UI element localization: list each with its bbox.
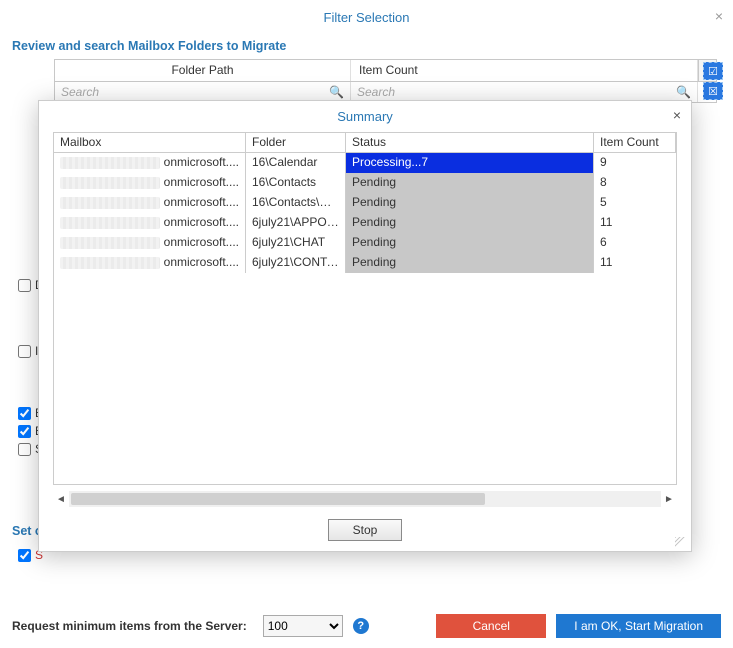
col-mailbox[interactable]: Mailbox xyxy=(54,133,246,152)
mailbox-suffix: onmicrosoft.... xyxy=(160,235,239,251)
table-row[interactable]: onmicrosoft.... 16\ContactsPending8 xyxy=(54,173,676,193)
row-count: 9 xyxy=(594,153,676,173)
mailbox-suffix: onmicrosoft.... xyxy=(160,175,239,191)
request-minimum-label: Request minimum items from the Server: xyxy=(12,619,247,633)
row-folder: 16\Calendar xyxy=(246,153,346,173)
check-I[interactable] xyxy=(18,345,31,358)
section-title: Review and search Mailbox Folders to Mig… xyxy=(0,29,733,59)
row-status: Pending xyxy=(346,233,594,253)
col-folder[interactable]: Folder xyxy=(246,133,346,152)
mailbox-redacted xyxy=(60,157,160,169)
summary-table: Mailbox Folder Status Item Count onmicro… xyxy=(53,132,677,485)
check-E1[interactable] xyxy=(18,407,31,420)
modal-close-icon[interactable]: × xyxy=(673,107,681,123)
table-row[interactable]: onmicrosoft.... 16\Contacts\Ad...Pending5 xyxy=(54,193,676,213)
col-item-count[interactable]: Item Count xyxy=(594,133,676,152)
row-status: Pending xyxy=(346,253,594,273)
mailbox-suffix: onmicrosoft.... xyxy=(160,255,239,271)
row-status: Processing...7 xyxy=(346,153,594,173)
table-row[interactable]: onmicrosoft.... 6july21\CONTA...Pending11 xyxy=(54,253,676,273)
scroll-thumb[interactable] xyxy=(71,493,485,505)
col-item-count[interactable]: Item Count xyxy=(351,60,698,81)
window-title: Filter Selection xyxy=(0,0,733,29)
mailbox-redacted xyxy=(60,217,160,229)
row-folder: 6july21\CHAT xyxy=(246,233,346,253)
mailbox-redacted xyxy=(60,197,160,209)
row-count: 11 xyxy=(594,253,676,273)
search-placeholder: Search xyxy=(357,85,395,99)
row-count: 6 xyxy=(594,233,676,253)
col-folder-path[interactable]: Folder Path xyxy=(55,60,351,81)
select-all-button[interactable]: ☑ xyxy=(703,62,723,80)
search-count-cell[interactable]: Search 🔍 xyxy=(351,82,698,102)
request-minimum-select[interactable]: 100 xyxy=(263,615,343,637)
check-E2[interactable] xyxy=(18,425,31,438)
check-S[interactable] xyxy=(18,443,31,456)
row-status: Pending xyxy=(346,173,594,193)
horizontal-scrollbar[interactable]: ◄ ► xyxy=(53,491,677,507)
table-row[interactable]: onmicrosoft.... 6july21\CHATPending6 xyxy=(54,233,676,253)
check-D[interactable] xyxy=(18,279,31,292)
row-folder: 6july21\CONTA... xyxy=(246,253,346,273)
search-icon[interactable]: 🔍 xyxy=(329,85,344,99)
check-S2[interactable] xyxy=(18,549,31,562)
table-row[interactable]: onmicrosoft.... 16\CalendarProcessing...7… xyxy=(54,153,676,173)
mailbox-suffix: onmicrosoft.... xyxy=(160,195,239,211)
summary-modal: Summary × Mailbox Folder Status Item Cou… xyxy=(38,100,692,552)
scroll-right-icon[interactable]: ► xyxy=(661,491,677,507)
row-status: Pending xyxy=(346,213,594,233)
row-folder: 16\Contacts\Ad... xyxy=(246,193,346,213)
cancel-button[interactable]: Cancel xyxy=(436,614,546,638)
stop-button[interactable]: Stop xyxy=(328,519,402,541)
help-icon[interactable]: ? xyxy=(353,618,369,634)
window-close-icon[interactable]: × xyxy=(715,8,723,24)
row-count: 11 xyxy=(594,213,676,233)
search-placeholder: Search xyxy=(61,85,99,99)
mailbox-suffix: onmicrosoft.... xyxy=(160,155,239,171)
row-folder: 6july21\APPOI... xyxy=(246,213,346,233)
start-migration-button[interactable]: I am OK, Start Migration xyxy=(556,614,721,638)
row-status: Pending xyxy=(346,193,594,213)
modal-title: Summary × xyxy=(39,101,691,132)
deselect-all-button[interactable]: ☒ xyxy=(703,82,723,100)
search-icon[interactable]: 🔍 xyxy=(676,85,691,99)
mailbox-redacted xyxy=(60,257,160,269)
mailbox-redacted xyxy=(60,177,160,189)
col-status[interactable]: Status xyxy=(346,133,594,152)
row-count: 8 xyxy=(594,173,676,193)
grid-header: Folder Path Item Count ▲ xyxy=(54,59,717,81)
row-folder: 16\Contacts xyxy=(246,173,346,193)
table-row[interactable]: onmicrosoft.... 6july21\APPOI...Pending11 xyxy=(54,213,676,233)
scroll-left-icon[interactable]: ◄ xyxy=(53,491,69,507)
mailbox-suffix: onmicrosoft.... xyxy=(160,215,239,231)
row-count: 5 xyxy=(594,193,676,213)
resize-grip-icon[interactable] xyxy=(675,537,685,547)
mailbox-redacted xyxy=(60,237,160,249)
search-folder-cell[interactable]: Search 🔍 xyxy=(55,82,351,102)
